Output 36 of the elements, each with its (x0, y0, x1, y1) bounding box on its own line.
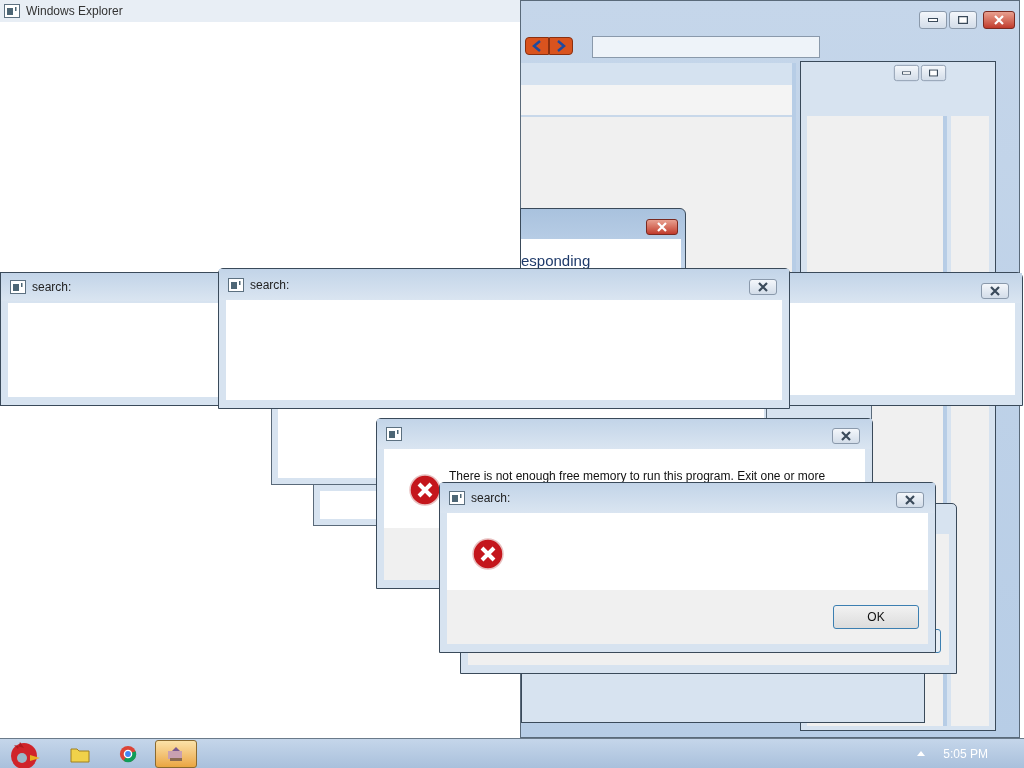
window-icon (10, 280, 26, 294)
close-button[interactable] (896, 492, 924, 508)
close-button[interactable] (646, 219, 678, 235)
window-icon (386, 427, 402, 441)
minimize-icon (902, 71, 911, 75)
maximize-button[interactable] (920, 64, 947, 82)
error-icon (409, 474, 441, 506)
window-icon (4, 4, 20, 18)
window-title: search: (471, 490, 511, 507)
window-message: esponding (521, 251, 591, 271)
window-icon (449, 491, 465, 505)
close-icon (904, 495, 916, 505)
taskbar-button[interactable] (155, 739, 197, 768)
minimize-button[interactable] (919, 11, 947, 29)
address-field[interactable] (592, 36, 820, 58)
close-icon (840, 431, 852, 441)
browser-icon (119, 744, 137, 763)
close-icon (989, 286, 1001, 296)
minimize-icon (928, 18, 938, 22)
error-message: There is not enough free memory to run this program. Exit one or more (449, 468, 826, 485)
maximize-icon (958, 16, 968, 24)
close-icon (993, 15, 1005, 25)
window-title: Windows Explorer (26, 3, 123, 20)
window-icon (228, 277, 244, 292)
close-icon (757, 282, 769, 292)
close-button[interactable] (749, 279, 777, 295)
window-title: search: (250, 276, 290, 294)
maximize-button[interactable] (949, 11, 977, 29)
error-icon (472, 538, 504, 570)
close-button[interactable] (983, 11, 1015, 29)
window-title: search: (32, 279, 72, 296)
close-button[interactable] (832, 428, 860, 444)
close-icon (656, 222, 668, 232)
close-button[interactable] (981, 283, 1009, 299)
ok-button[interactable]: OK (833, 605, 919, 629)
maximize-icon (929, 69, 938, 77)
